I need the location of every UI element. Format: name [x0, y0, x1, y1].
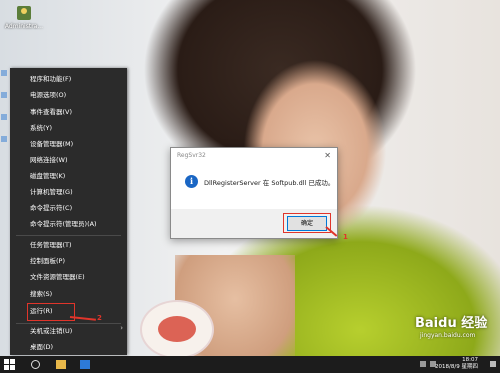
menu-item-control-panel[interactable]: 控制面板(P) [14, 254, 125, 268]
dialog-message: DllRegisterServer 在 Softpub.dll 已成功。 [204, 179, 335, 187]
menu-item-shutdown[interactable]: 关机或注销(U) [14, 324, 125, 338]
menu-item-command-prompt[interactable]: 命令提示符(C) [14, 201, 125, 215]
store-icon[interactable] [80, 360, 90, 369]
clock-time: 18:07 [462, 357, 478, 363]
user-folder-icon [17, 6, 31, 20]
menu-item-task-manager[interactable]: 任务管理器(T) [14, 238, 125, 252]
menu-item-device-manager[interactable]: 设备管理器(M) [14, 137, 125, 151]
menu-item-power-options[interactable]: 电源选项(O) [14, 88, 125, 102]
taskbar: 18:07 2018/8/9 星期四 [0, 356, 500, 373]
clock-date: 2018/8/9 星期四 [435, 364, 478, 370]
desktop-icon[interactable] [1, 70, 7, 76]
menu-item-network-connections[interactable]: 网络连接(W) [14, 153, 125, 167]
chevron-right-icon: › [120, 324, 123, 332]
close-icon[interactable]: ✕ [324, 151, 331, 160]
menu-separator [16, 235, 121, 236]
menu-item-system[interactable]: 系统(Y) [14, 121, 125, 135]
menu-item-computer-management[interactable]: 计算机管理(G) [14, 185, 125, 199]
menu-item-file-explorer[interactable]: 文件资源管理器(E) [14, 270, 125, 284]
windows-start-icon[interactable] [4, 359, 15, 370]
notification-icon[interactable] [490, 361, 496, 367]
dialog-titlebar[interactable]: RegSvr32 ✕ [171, 148, 337, 165]
clock[interactable]: 18:07 2018/8/9 星期四 [435, 357, 478, 371]
menu-item-search[interactable]: 搜索(S) [14, 287, 125, 301]
watermark-url: jingyan.baidu.com [420, 332, 476, 339]
menu-item-event-viewer[interactable]: 事件查看器(V) [14, 105, 125, 119]
winx-menu: 程序和功能(F) 电源选项(O) 事件查看器(V) 系统(Y) 设备管理器(M)… [10, 68, 127, 355]
desktop-icon-label: Administra... [4, 23, 44, 30]
dialog-body: i DllRegisterServer 在 Softpub.dll 已成功。 [171, 165, 337, 209]
wallpaper-badge [140, 300, 214, 356]
annotation-step-1: 1 [343, 233, 348, 241]
desktop-icon[interactable] [1, 136, 7, 142]
file-explorer-icon[interactable] [56, 360, 66, 369]
dialog-title: RegSvr32 [177, 152, 206, 159]
network-tray-icon[interactable] [420, 361, 426, 367]
desktop-icon[interactable] [1, 92, 7, 98]
desktop-icon-strip [0, 70, 8, 320]
dialog-footer: 确定 [171, 209, 337, 238]
desktop-icon-administrator[interactable]: Administra... [2, 6, 46, 30]
task-view-icon[interactable] [31, 360, 40, 369]
menu-item-command-prompt-admin[interactable]: 命令提示符(管理员)(A) [14, 217, 125, 231]
run-highlight-box [27, 303, 75, 321]
info-icon: i [185, 175, 198, 188]
baidu-watermark: Baidu 经验 [415, 316, 488, 331]
annotation-step-2: 2 [97, 314, 102, 322]
menu-item-programs-features[interactable]: 程序和功能(F) [14, 72, 125, 86]
menu-item-desktop[interactable]: 桌面(D) [14, 340, 125, 354]
desktop-icon[interactable] [1, 114, 7, 120]
ok-button[interactable]: 确定 [287, 216, 327, 231]
regsvr32-dialog: RegSvr32 ✕ i DllRegisterServer 在 Softpub… [170, 147, 338, 239]
menu-item-disk-management[interactable]: 磁盘管理(K) [14, 169, 125, 183]
